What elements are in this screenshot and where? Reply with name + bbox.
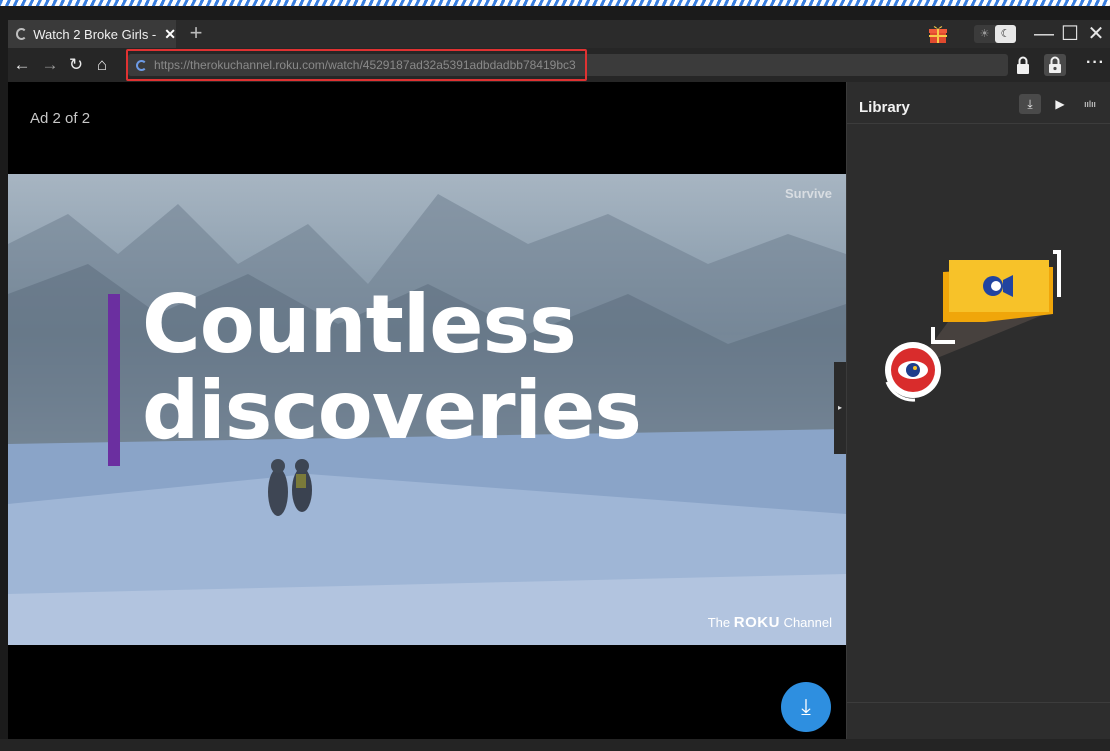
dark-mode-icon[interactable]: ☾ xyxy=(995,25,1016,43)
library-footer-divider xyxy=(847,702,1110,703)
tab-close-button[interactable]: ✕ xyxy=(164,26,176,43)
app-window: Watch 2 Broke Girls - ✕ + ☀ ☾ — ☐ ✕ ← → … xyxy=(0,0,1110,751)
back-button[interactable]: ← xyxy=(12,54,32,76)
reload-button[interactable]: ↻ xyxy=(66,54,86,76)
headline-line-2: discoveries xyxy=(142,364,642,457)
private-lock-icon[interactable] xyxy=(1044,54,1066,76)
tab-title: Watch 2 Broke Girls - xyxy=(33,26,157,42)
window-close-button[interactable]: ✕ xyxy=(1086,22,1106,46)
more-menu-button[interactable]: ··· xyxy=(1086,54,1105,72)
gift-icon[interactable] xyxy=(928,24,948,44)
url-highlight-box xyxy=(126,49,587,81)
forward-button[interactable]: → xyxy=(40,54,60,76)
video-icon[interactable]: ▶ xyxy=(1049,94,1071,114)
download-icon[interactable]: ⤓ xyxy=(1019,94,1041,114)
light-mode-icon[interactable]: ☀ xyxy=(974,25,995,43)
new-tab-button[interactable]: + xyxy=(184,20,208,48)
library-panel: Library ⤓ ▶ ıılıı xyxy=(846,82,1110,739)
tab-watch-2-broke-girls[interactable]: Watch 2 Broke Girls - ✕ xyxy=(8,20,176,48)
maximize-button[interactable]: ☐ xyxy=(1060,22,1080,46)
status-strip xyxy=(0,739,1110,751)
download-button[interactable]: ⤓ xyxy=(781,682,831,732)
library-header: Library ⤓ ▶ ıılıı xyxy=(847,82,1110,124)
promo-headline: Countless discoveries xyxy=(142,278,642,457)
audio-icon[interactable]: ıılıı xyxy=(1079,94,1101,114)
lock-icon[interactable] xyxy=(1012,54,1034,76)
loading-icon xyxy=(16,28,28,40)
empty-library-illustration xyxy=(885,250,1061,402)
window-border-stripe xyxy=(0,0,1110,6)
roku-channel-logo: The ROKU Channel xyxy=(707,614,832,631)
minimize-button[interactable]: — xyxy=(1034,22,1054,46)
theme-toggle[interactable]: ☀ ☾ xyxy=(974,25,1016,43)
tab-bar: Watch 2 Broke Girls - ✕ + ☀ ☾ — ☐ ✕ xyxy=(8,20,1110,48)
ad-counter: Ad 2 of 2 xyxy=(30,110,91,127)
headline-line-1: Countless xyxy=(142,278,577,371)
video-player[interactable]: Ad 2 of 2 Survive Countless discoveries xyxy=(8,82,846,739)
library-title: Library xyxy=(859,99,910,116)
video-frame: Survive Countless discoveries The ROKU C… xyxy=(8,174,846,645)
home-button[interactable]: ⌂ xyxy=(92,54,112,76)
panel-collapse-handle[interactable]: ▸ xyxy=(834,362,846,454)
promo-accent-bar xyxy=(108,294,120,466)
channel-badge: Survive xyxy=(785,186,832,201)
